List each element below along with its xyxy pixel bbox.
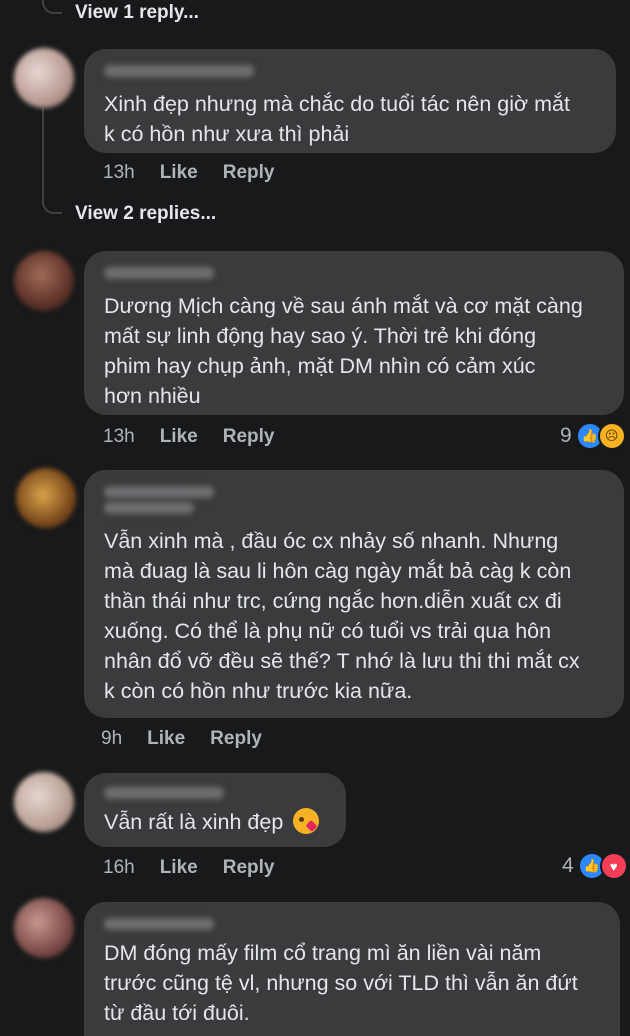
view-replies-link[interactable]: View 2 replies... [75,203,216,225]
comment-time[interactable]: 13h [103,426,135,448]
comment-bubble: Vẫn xinh mà , đầu óc cx nhảy số nhanh. N… [84,470,624,718]
comment-actions: 13h Like Reply [103,426,274,448]
view-replies-link[interactable]: View 1 reply... [75,2,199,24]
comment-bubble: Dương Mịch càng về sau ánh mắt và cơ mặt… [84,251,624,415]
avatar[interactable] [16,468,76,528]
comment-actions: 16h Like Reply [103,857,274,879]
reply-button[interactable]: Reply [210,728,262,750]
comment-text: DM đóng mấy film cổ trang mì ăn liền vài… [104,941,578,1025]
comment-text: Vẫn xinh mà , đầu óc cx nhảy số nhanh. N… [104,529,580,703]
author-subname-blurred [104,502,194,514]
reaction-summary[interactable]: 9 👍 ☹ [560,422,626,450]
like-button[interactable]: Like [160,162,198,184]
like-button[interactable]: Like [160,857,198,879]
reaction-summary[interactable]: 4 👍 ♥ [562,852,628,880]
author-name-blurred[interactable] [104,65,254,77]
thread-line [42,108,44,200]
comment-text: Xinh đẹp nhưng mà chắc do tuổi tác nên g… [104,92,570,146]
thread-connector [42,198,62,214]
like-button[interactable]: Like [160,426,198,448]
avatar[interactable] [14,251,74,311]
avatar[interactable] [14,48,74,108]
thread-connector [42,0,62,14]
comment-actions: 9h Like Reply [101,728,262,750]
author-name-blurred[interactable] [104,787,224,799]
reply-button[interactable]: Reply [223,426,275,448]
reaction-count: 9 [560,424,572,447]
comment-bubble: DM đóng mấy film cổ trang mì ăn liền vài… [84,902,620,1036]
comment-bubble: Xinh đẹp nhưng mà chắc do tuổi tác nên g… [84,49,616,153]
avatar[interactable] [14,772,74,832]
reply-button[interactable]: Reply [223,162,275,184]
comment-text-row: Vẫn rất là xinh đẹp [104,807,326,837]
avatar[interactable] [14,898,74,958]
comment-text: Vẫn rất là xinh đẹp [104,810,284,834]
reaction-count: 4 [562,854,574,877]
love-icon: ♥ [599,852,628,880]
comment-time[interactable]: 9h [101,728,122,750]
comment-time[interactable]: 13h [103,162,135,184]
sad-icon: ☹ [597,422,626,450]
comment-time[interactable]: 16h [103,857,135,879]
like-button[interactable]: Like [147,728,185,750]
author-name-blurred[interactable] [104,267,214,279]
kissing-face-emoji [293,808,320,834]
author-name-blurred[interactable] [104,486,214,498]
reply-button[interactable]: Reply [223,857,275,879]
comment-actions: 13h Like Reply [103,162,274,184]
comment-text: Dương Mịch càng về sau ánh mắt và cơ mặt… [104,294,583,408]
author-name-blurred[interactable] [104,918,214,930]
comment-bubble: Vẫn rất là xinh đẹp [84,773,346,847]
